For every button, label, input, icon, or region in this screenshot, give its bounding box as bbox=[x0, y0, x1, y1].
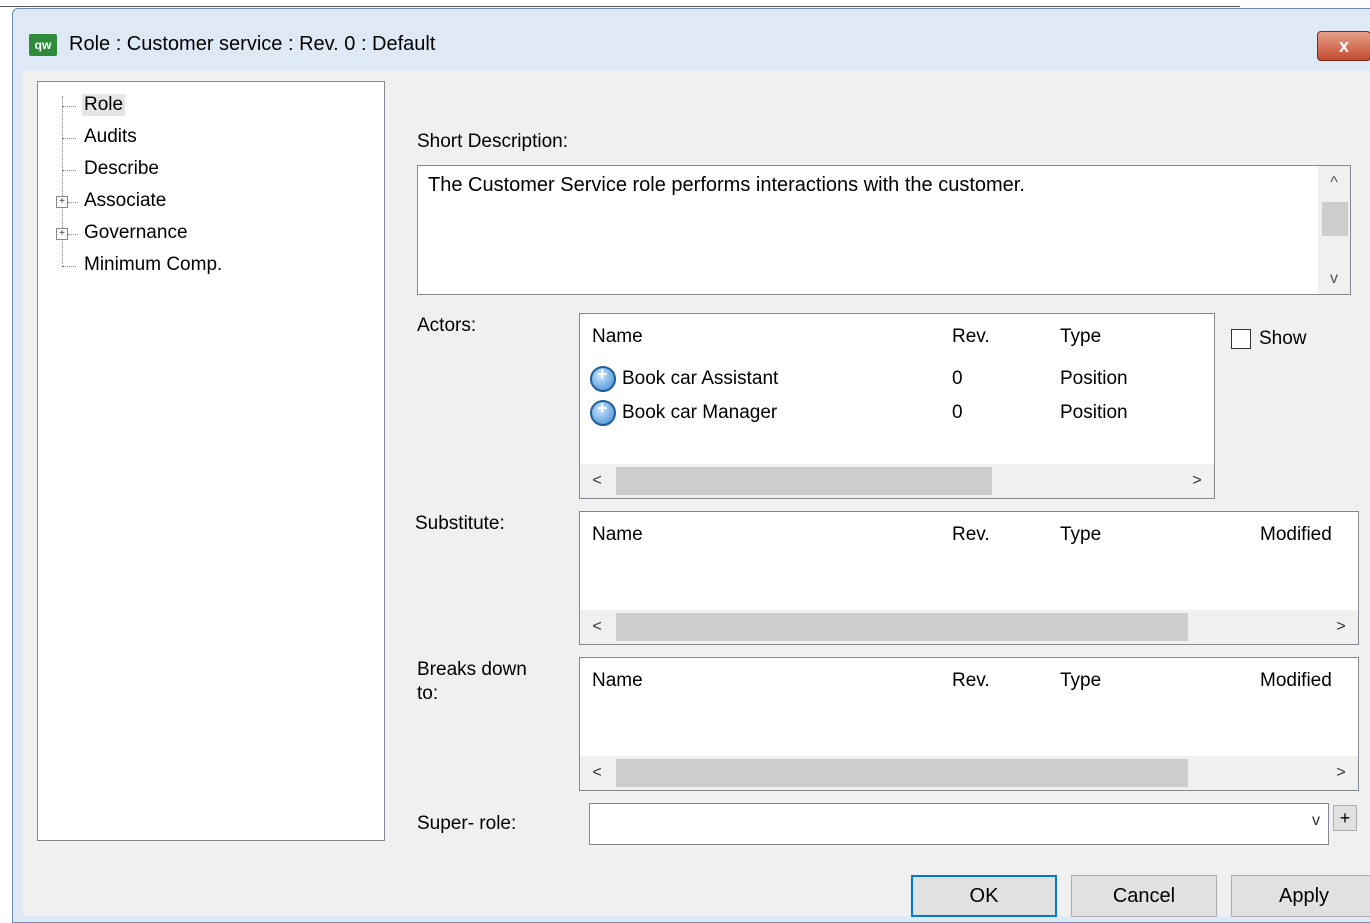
apply-button[interactable]: Apply bbox=[1231, 875, 1370, 917]
breaks-down-label-line2: to: bbox=[417, 683, 439, 704]
close-button[interactable]: x bbox=[1317, 31, 1370, 61]
ok-button[interactable]: OK bbox=[911, 875, 1057, 917]
dialog-client: Role Audits Describe + Associate + Gover… bbox=[23, 71, 1370, 917]
actor-row-type: Position bbox=[1060, 402, 1128, 423]
scroll-thumb[interactable] bbox=[616, 467, 992, 495]
tree-branch bbox=[68, 234, 78, 235]
chevron-down-icon[interactable]: v bbox=[1312, 812, 1320, 830]
scroll-thumb[interactable] bbox=[1322, 202, 1348, 236]
tree-item-describe[interactable]: Describe bbox=[84, 158, 159, 180]
position-icon bbox=[590, 398, 616, 426]
super-role-select[interactable]: v bbox=[589, 803, 1329, 845]
short-description-text: The Customer Service role performs inter… bbox=[428, 174, 1025, 196]
column-header-type[interactable]: Type bbox=[1060, 326, 1101, 348]
expand-icon[interactable]: + bbox=[56, 196, 68, 208]
position-icon bbox=[590, 364, 616, 392]
scroll-left-icon[interactable]: < bbox=[580, 610, 614, 644]
actors-list[interactable]: Name Rev. Type Book car Assistant 0 Posi… bbox=[579, 313, 1215, 499]
column-header-type[interactable]: Type bbox=[1060, 670, 1101, 692]
cancel-button[interactable]: Cancel bbox=[1071, 875, 1217, 917]
short-description-label: Short Description: bbox=[417, 131, 569, 152]
tree-item-governance[interactable]: Governance bbox=[84, 222, 188, 244]
actor-row-rev: 0 bbox=[952, 402, 963, 423]
actor-row-name[interactable]: Book car Assistant bbox=[622, 368, 778, 390]
scroll-down-icon[interactable]: v bbox=[1318, 264, 1350, 294]
column-header-name[interactable]: Name bbox=[592, 524, 643, 546]
scroll-left-icon[interactable]: < bbox=[580, 464, 614, 498]
horizontal-scrollbar[interactable]: < > bbox=[580, 756, 1358, 790]
column-header-modified[interactable]: Modified bbox=[1260, 524, 1332, 546]
actors-label: Actors: bbox=[417, 315, 477, 336]
breaks-down-list[interactable]: Name Rev. Type Modified < > bbox=[579, 657, 1359, 791]
scroll-thumb[interactable] bbox=[616, 759, 1188, 787]
vertical-scrollbar[interactable]: ^ v bbox=[1318, 166, 1350, 294]
breaks-down-label: Breaks down bbox=[417, 659, 527, 680]
horizontal-scrollbar[interactable]: < > bbox=[580, 610, 1358, 644]
column-header-modified[interactable]: Modified bbox=[1260, 670, 1332, 692]
actor-row-rev: 0 bbox=[952, 368, 963, 389]
tree-branch bbox=[62, 170, 76, 171]
scroll-right-icon[interactable]: > bbox=[1324, 610, 1358, 644]
window-title: Role : Customer service : Rev. 0 : Defau… bbox=[69, 33, 436, 55]
scroll-right-icon[interactable]: > bbox=[1324, 756, 1358, 790]
tree-item-role[interactable]: Role bbox=[82, 94, 126, 116]
add-super-role-button[interactable]: + bbox=[1333, 805, 1357, 831]
tree-branch bbox=[68, 202, 78, 203]
column-header-rev[interactable]: Rev. bbox=[952, 670, 990, 692]
desktop-edge bbox=[0, 6, 1240, 7]
navigation-tree[interactable]: Role Audits Describe + Associate + Gover… bbox=[37, 81, 385, 841]
column-header-type[interactable]: Type bbox=[1060, 524, 1101, 546]
actor-row-type: Position bbox=[1060, 368, 1128, 389]
scroll-right-icon[interactable]: > bbox=[1180, 464, 1214, 498]
tree-connector bbox=[62, 96, 63, 266]
tree-item-audits[interactable]: Audits bbox=[84, 126, 137, 148]
tree-branch bbox=[62, 266, 76, 267]
column-header-name[interactable]: Name bbox=[592, 326, 643, 348]
tree-item-minimum-comp[interactable]: Minimum Comp. bbox=[84, 254, 222, 276]
expand-icon[interactable]: + bbox=[56, 228, 68, 240]
tree-branch bbox=[62, 106, 76, 107]
column-header-rev[interactable]: Rev. bbox=[952, 326, 990, 348]
title-bar[interactable]: qw Role : Customer service : Rev. 0 : De… bbox=[13, 9, 1370, 71]
close-icon: x bbox=[1338, 36, 1349, 56]
show-label: Show bbox=[1259, 328, 1307, 349]
role-dialog: qw Role : Customer service : Rev. 0 : De… bbox=[12, 8, 1370, 923]
horizontal-scrollbar[interactable]: < > bbox=[580, 464, 1214, 498]
tree-item-associate[interactable]: Associate bbox=[84, 190, 166, 212]
substitute-label: Substitute: bbox=[415, 513, 505, 534]
column-header-rev[interactable]: Rev. bbox=[952, 524, 990, 546]
tree-branch bbox=[62, 138, 76, 139]
scroll-left-icon[interactable]: < bbox=[580, 756, 614, 790]
scroll-up-icon[interactable]: ^ bbox=[1318, 168, 1350, 198]
actor-row-name[interactable]: Book car Manager bbox=[622, 402, 777, 424]
show-checkbox[interactable] bbox=[1231, 329, 1251, 349]
short-description-field[interactable]: The Customer Service role performs inter… bbox=[417, 165, 1351, 295]
app-icon: qw bbox=[29, 34, 57, 56]
substitute-list[interactable]: Name Rev. Type Modified < > bbox=[579, 511, 1359, 645]
super-role-label: Super- role: bbox=[417, 813, 517, 834]
column-header-name[interactable]: Name bbox=[592, 670, 643, 692]
scroll-thumb[interactable] bbox=[616, 613, 1188, 641]
desktop: qw Role : Customer service : Rev. 0 : De… bbox=[0, 0, 1370, 923]
